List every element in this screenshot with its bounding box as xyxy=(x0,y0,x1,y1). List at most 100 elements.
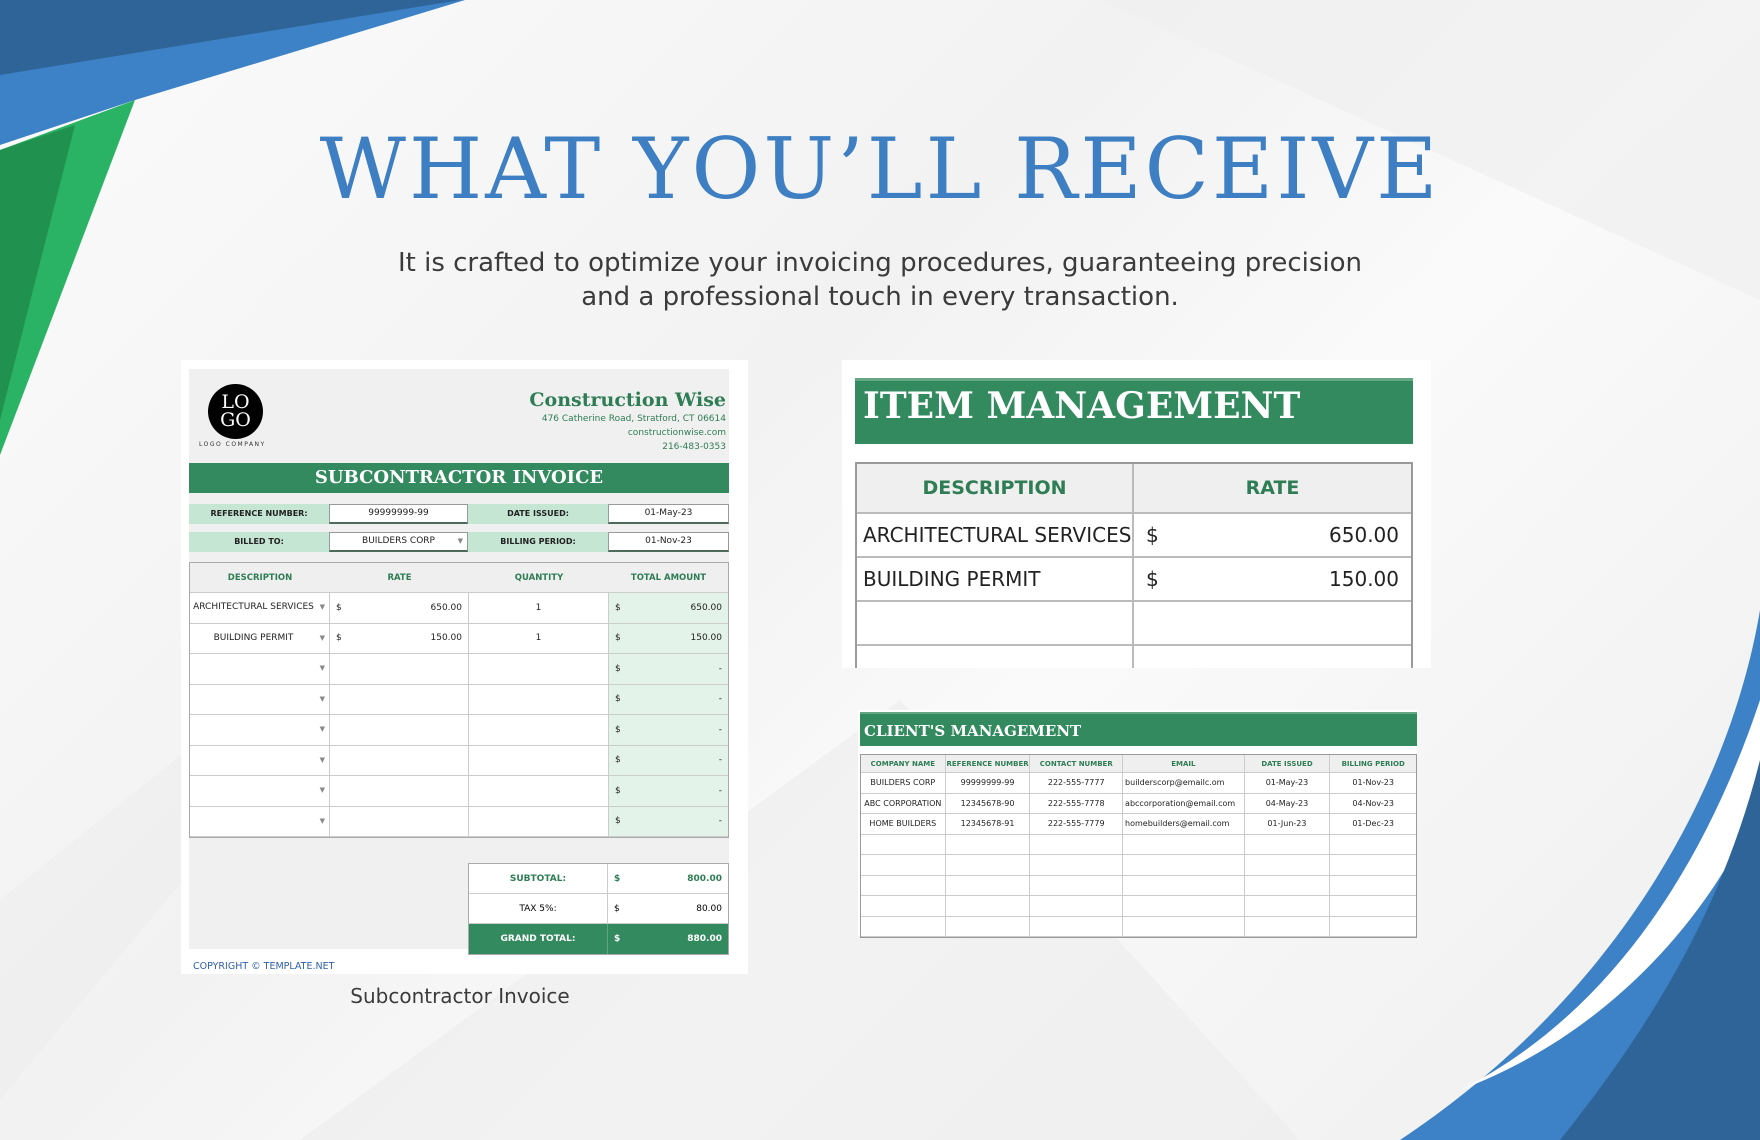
billed-to-select[interactable]: BUILDERS CORP ▼ xyxy=(329,532,468,552)
date-issued-cell[interactable]: 01-May-23 xyxy=(1245,773,1331,793)
rate-cell[interactable] xyxy=(330,806,469,836)
description-cell[interactable] xyxy=(857,646,1134,668)
description-select[interactable]: ▼ xyxy=(190,684,330,714)
quantity-cell[interactable] xyxy=(469,715,609,745)
reference-number-cell[interactable] xyxy=(946,875,1031,895)
billing-period-cell[interactable]: 01-Dec-23 xyxy=(1330,814,1416,834)
email-cell[interactable] xyxy=(1123,916,1245,936)
company-name-cell[interactable]: HOME BUILDERS xyxy=(861,814,946,834)
date-issued-cell[interactable]: 04-May-23 xyxy=(1245,793,1331,813)
billing-period-field[interactable]: 01-Nov-23 xyxy=(608,532,729,552)
contact-number-cell[interactable] xyxy=(1030,896,1124,916)
description-select[interactable]: ARCHITECTURAL SERVICES ▼ xyxy=(190,593,330,623)
quantity-cell[interactable] xyxy=(469,776,609,806)
company-name-cell[interactable] xyxy=(861,875,946,895)
company-name-cell[interactable] xyxy=(861,896,946,916)
rate-cell[interactable]: $650.00 xyxy=(330,593,469,623)
chevron-down-icon[interactable]: ▼ xyxy=(320,816,325,827)
currency-symbol: $ xyxy=(615,724,621,735)
description-select[interactable]: ▼ xyxy=(190,806,330,836)
chevron-down-icon[interactable]: ▼ xyxy=(320,633,325,644)
description-cell[interactable]: ARCHITECTURAL SERVICES xyxy=(857,514,1134,556)
copyright-text: COPYRIGHT © TEMPLATE.NET xyxy=(193,961,335,972)
rate-cell[interactable]: $150.00 xyxy=(1134,558,1411,600)
description-select[interactable]: ▼ xyxy=(190,745,330,775)
rate-cell[interactable] xyxy=(330,684,469,714)
quantity-cell[interactable] xyxy=(469,806,609,836)
rate-cell[interactable] xyxy=(330,776,469,806)
email-cell[interactable]: builderscorp@emailc.om xyxy=(1123,773,1245,793)
date-issued-cell[interactable] xyxy=(1245,855,1331,875)
date-issued-cell[interactable] xyxy=(1245,875,1331,895)
chevron-down-icon[interactable]: ▼ xyxy=(320,602,325,613)
reference-field[interactable]: 99999999-99 xyxy=(329,504,468,524)
subtotal-value-cell: $ 800.00 xyxy=(608,864,728,893)
description-cell[interactable] xyxy=(857,602,1134,644)
quantity-cell[interactable] xyxy=(469,745,609,775)
date-issued-field[interactable]: 01-May-23 xyxy=(608,504,729,524)
table-row: ▼ $ - xyxy=(190,654,728,685)
rate-cell[interactable] xyxy=(330,654,469,684)
email-cell[interactable] xyxy=(1123,834,1245,854)
contact-number-cell[interactable]: 222-555-7779 xyxy=(1030,814,1124,834)
email-cell[interactable]: abccorporation@email.com xyxy=(1123,793,1245,813)
date-issued-cell[interactable] xyxy=(1245,916,1331,936)
billing-period-cell[interactable]: 01-Nov-23 xyxy=(1330,773,1416,793)
description-select[interactable]: ▼ xyxy=(190,715,330,745)
rate-cell[interactable]: $650.00 xyxy=(1134,514,1411,556)
reference-number-cell[interactable] xyxy=(946,896,1031,916)
quantity-cell[interactable]: 1 xyxy=(469,623,609,653)
rate-cell[interactable] xyxy=(330,745,469,775)
contact-number-cell[interactable] xyxy=(1030,875,1124,895)
chevron-down-icon[interactable]: ▼ xyxy=(320,785,325,796)
chevron-down-icon[interactable]: ▼ xyxy=(320,694,325,705)
email-cell[interactable] xyxy=(1123,875,1245,895)
chevron-down-icon[interactable]: ▼ xyxy=(320,663,325,674)
contact-number-cell[interactable]: 222-555-7778 xyxy=(1030,793,1124,813)
billing-period-cell[interactable]: 04-Nov-23 xyxy=(1330,794,1416,814)
chevron-down-icon[interactable]: ▼ xyxy=(320,755,325,766)
company-name-cell[interactable] xyxy=(861,834,946,854)
company-name-cell[interactable]: BUILDERS CORP xyxy=(861,773,946,793)
table-row: ABC CORPORATION 12345678-90 222-555-7778 ab… xyxy=(861,793,1416,814)
contact-number-cell[interactable] xyxy=(1030,855,1124,875)
email-cell[interactable] xyxy=(1123,855,1245,875)
billing-period-cell[interactable] xyxy=(1330,896,1416,916)
company-name-cell[interactable] xyxy=(861,855,946,875)
email-cell[interactable] xyxy=(1123,896,1245,916)
quantity-cell[interactable] xyxy=(469,684,609,714)
contact-number-cell[interactable] xyxy=(1030,834,1124,854)
billing-period-cell[interactable] xyxy=(1330,835,1416,855)
email-cell[interactable]: homebuilders@email.com xyxy=(1123,814,1245,834)
reference-number-cell[interactable]: 99999999-99 xyxy=(946,773,1031,793)
quantity-cell[interactable]: 1 xyxy=(469,593,609,623)
description-select[interactable]: ▼ xyxy=(190,654,330,684)
date-issued-cell[interactable] xyxy=(1245,834,1331,854)
description-select[interactable]: BUILDING PERMIT ▼ xyxy=(190,623,330,653)
date-issued-cell[interactable]: 01-Jun-23 xyxy=(1245,814,1331,834)
reference-number-cell[interactable] xyxy=(946,855,1031,875)
rate-cell[interactable] xyxy=(1134,646,1411,668)
quantity-cell[interactable] xyxy=(469,654,609,684)
billing-period-cell[interactable] xyxy=(1330,876,1416,896)
reference-number-cell[interactable]: 12345678-91 xyxy=(946,814,1031,834)
invoice-sheet: LO GO LOGO COMPANY Construction Wise 476… xyxy=(189,369,729,972)
company-name-cell[interactable] xyxy=(861,916,946,936)
company-name-cell[interactable]: ABC CORPORATION xyxy=(861,793,946,813)
billing-period-cell[interactable] xyxy=(1330,855,1416,875)
rate-cell[interactable] xyxy=(330,715,469,745)
rate-cell[interactable]: $150.00 xyxy=(330,623,469,653)
chevron-down-icon[interactable]: ▼ xyxy=(320,724,325,735)
reference-number-cell[interactable]: 12345678-90 xyxy=(946,793,1031,813)
contact-number-cell[interactable] xyxy=(1030,916,1124,936)
description-select[interactable]: ▼ xyxy=(190,776,330,806)
billing-period-cell[interactable] xyxy=(1330,917,1416,937)
description-cell[interactable]: BUILDING PERMIT xyxy=(857,558,1134,600)
reference-number-cell[interactable] xyxy=(946,916,1031,936)
date-issued-cell[interactable] xyxy=(1245,896,1331,916)
chevron-down-icon[interactable]: ▼ xyxy=(458,533,463,550)
contact-number-cell[interactable]: 222-555-7777 xyxy=(1030,773,1124,793)
rate-cell[interactable] xyxy=(1134,602,1411,644)
reference-number-cell[interactable] xyxy=(946,834,1031,854)
table-row xyxy=(861,896,1416,917)
